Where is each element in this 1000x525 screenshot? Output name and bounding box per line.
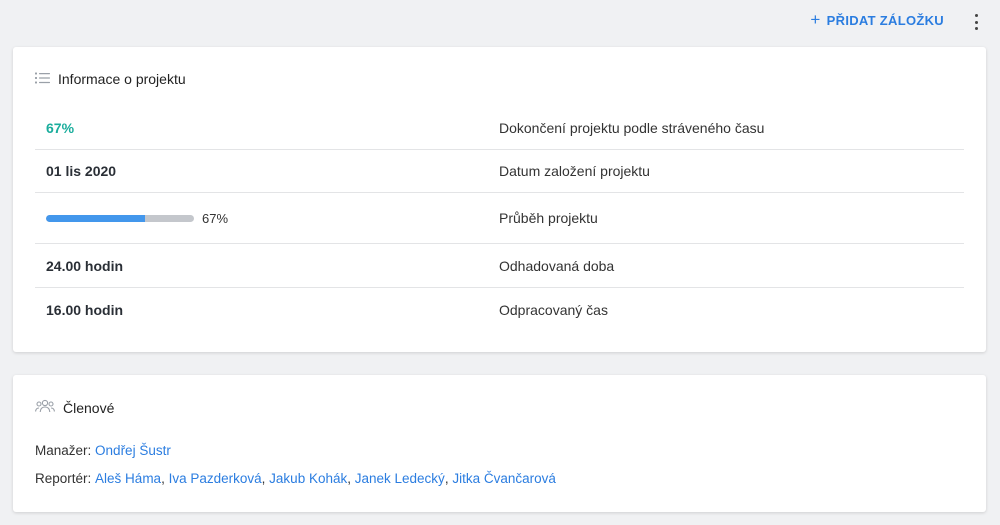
reporter-link[interactable]: Iva Pazderková xyxy=(169,471,262,486)
completion-label: Dokončení projektu podle stráveného času xyxy=(499,120,765,136)
project-info-table: 67% Dokončení projektu podle stráveného … xyxy=(35,107,964,332)
plus-icon: + xyxy=(810,10,821,29)
members-body: Manažer: Ondřej Šustr Reportér: Aleš Hám… xyxy=(35,436,556,492)
progress-label: Průběh projektu xyxy=(499,210,598,226)
info-row-completion: 67% Dokončení projektu podle stráveného … xyxy=(35,107,964,150)
worked-time-label: Odpracovaný čas xyxy=(499,302,608,318)
manager-link[interactable]: Ondřej Šustr xyxy=(95,443,171,458)
reporter-separator: , xyxy=(161,470,169,486)
reporter-link[interactable]: Aleš Háma xyxy=(95,471,161,486)
card-title: Členové xyxy=(63,399,115,416)
add-tab-label: PŘIDAT ZÁLOŽKU xyxy=(826,13,944,28)
reporter-list: Aleš Háma, Iva Pazderková, Jakub Kohák, … xyxy=(95,471,556,486)
manager-label: Manažer: xyxy=(35,442,92,458)
more-options-icon[interactable] xyxy=(972,14,980,30)
estimated-time-value: 24.00 hodin xyxy=(46,257,124,274)
members-card: Členové Manažer: Ondřej Šustr Reportér: … xyxy=(13,375,986,512)
reporter-line: Reportér: Aleš Háma, Iva Pazderková, Jak… xyxy=(35,464,556,492)
manager-line: Manažer: Ondřej Šustr xyxy=(35,436,556,464)
project-info-card: Informace o projektu 67% Dokončení proje… xyxy=(13,47,986,352)
info-row-estimated: 24.00 hodin Odhadovaná doba xyxy=(35,244,964,288)
list-icon xyxy=(35,71,50,87)
created-date-value: 01 lis 2020 xyxy=(46,163,117,179)
people-group-icon xyxy=(35,399,55,416)
reporter-link[interactable]: Jitka Čvančarová xyxy=(452,471,556,486)
progress-value: 67% xyxy=(35,211,498,226)
members-header: Členové xyxy=(35,399,114,416)
info-row-created: 01 lis 2020 Datum založení projektu xyxy=(35,150,964,193)
worked-time-value: 16.00 hodin xyxy=(46,302,124,318)
reporter-link[interactable]: Janek Ledecký xyxy=(355,471,445,486)
reporter-link[interactable]: Jakub Kohák xyxy=(269,471,347,486)
progress-bar xyxy=(46,214,194,222)
progress-bar-fill xyxy=(46,214,146,222)
project-info-header: Informace o projektu xyxy=(35,71,186,87)
estimated-time-label: Odhadovaná doba xyxy=(499,257,615,274)
reporter-label: Reportér: xyxy=(35,470,92,486)
reporter-separator: , xyxy=(347,470,355,486)
card-title: Informace o projektu xyxy=(58,71,186,87)
info-row-progress: 67% Průběh projektu xyxy=(35,193,964,244)
progress-percent: 67% xyxy=(202,210,229,226)
completion-value: 67% xyxy=(46,120,75,136)
created-date-label: Datum založení projektu xyxy=(499,163,650,179)
top-toolbar: + PŘIDAT ZÁLOŽKU xyxy=(0,0,1000,44)
info-row-worked: 16.00 hodin Odpracovaný čas xyxy=(35,288,964,332)
add-tab-button[interactable]: + PŘIDAT ZÁLOŽKU xyxy=(810,10,944,29)
